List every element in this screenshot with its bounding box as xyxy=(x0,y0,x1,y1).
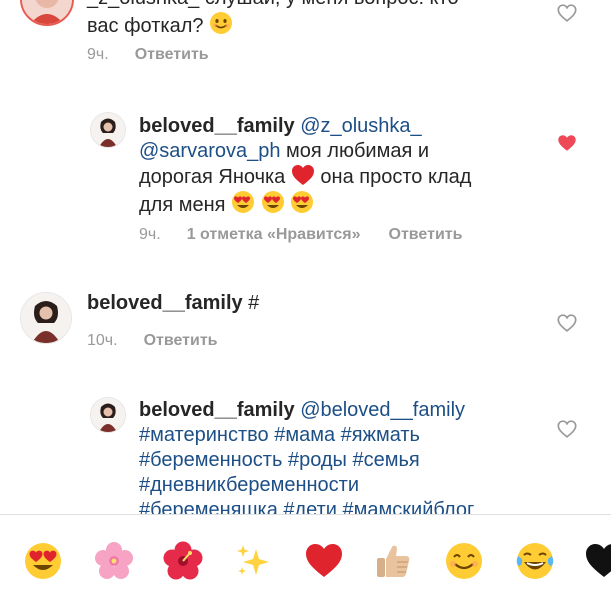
comment-text-line: вас фоткал? xyxy=(87,15,204,37)
likes-count-link[interactable]: 1 отметка «Нравится» xyxy=(187,226,361,243)
tears-of-joy-emoji-icon[interactable] xyxy=(515,541,555,581)
heart-eyes-emoji-icon xyxy=(291,191,314,213)
comment-meta: 9ч. Ответить xyxy=(87,46,209,64)
reply-button[interactable]: Ответить xyxy=(389,226,463,243)
timestamp: 10ч. xyxy=(87,332,118,349)
heart-eyes-emoji-icon xyxy=(232,191,255,213)
like-heart-icon[interactable] xyxy=(556,312,578,334)
comment-text: beloved__family @z_olushka_ @sarvarova_p… xyxy=(139,114,539,218)
like-heart-icon[interactable] xyxy=(556,418,578,440)
comment-text-line: дорогая Яночка xyxy=(139,166,291,188)
mention-link[interactable]: @z_olushka_ xyxy=(300,115,421,137)
sparkles-emoji-icon[interactable] xyxy=(234,541,274,581)
timestamp: 9ч. xyxy=(87,46,109,63)
avatar[interactable] xyxy=(20,292,72,344)
heart-eyes-emoji-icon[interactable] xyxy=(23,541,63,581)
username[interactable]: beloved__family xyxy=(139,115,295,137)
comment-text: beloved__family # xyxy=(87,291,527,316)
comment-text-line: моя любимая и xyxy=(280,140,430,162)
like-heart-filled-icon[interactable] xyxy=(556,132,578,154)
username[interactable]: beloved__family xyxy=(87,292,243,314)
thumbs-up-emoji-icon[interactable] xyxy=(373,541,413,581)
hashtag-line[interactable]: #беременность #роды #семья xyxy=(139,448,549,473)
cherry-blossom-emoji-icon[interactable] xyxy=(94,541,134,581)
heart-eyes-emoji-icon xyxy=(261,191,284,213)
reply-button[interactable]: Ответить xyxy=(144,332,218,349)
like-heart-icon[interactable] xyxy=(556,2,578,24)
red-heart-emoji-icon[interactable] xyxy=(304,541,344,581)
comment-text: beloved__family @beloved__family #матери… xyxy=(139,398,549,523)
comment-text-line: для меня xyxy=(139,194,232,216)
black-heart-emoji-icon[interactable] xyxy=(584,541,611,581)
reply-button[interactable]: Ответить xyxy=(135,46,209,63)
avatar[interactable] xyxy=(90,397,126,433)
avatar[interactable] xyxy=(90,112,126,148)
hibiscus-emoji-icon[interactable] xyxy=(163,541,203,581)
comment-meta: 9ч. 1 отметка «Нравится» Ответить xyxy=(139,226,462,244)
username[interactable]: beloved__family xyxy=(139,399,295,421)
quick-emoji-bar xyxy=(0,514,611,601)
comment-text: _z_olushka_ слушай, у меня вопрос: кто в… xyxy=(87,0,527,39)
smiling-face-emoji-icon[interactable] xyxy=(444,541,484,581)
comment-text-line: # xyxy=(242,292,260,314)
smiling-face-emoji-icon xyxy=(210,12,233,34)
mention-link[interactable]: @sarvarova_ph xyxy=(139,140,280,162)
comment-meta: 10ч. Ответить xyxy=(87,332,218,350)
comment-text-line: она просто клад xyxy=(314,166,472,188)
red-heart-emoji-icon xyxy=(291,165,314,185)
mention-link[interactable]: @beloved__family xyxy=(300,399,465,421)
comment-text-line: _z_olushka_ слушай, у меня вопрос: кто xyxy=(87,0,527,11)
hashtag-line[interactable]: #материнство #мама #яжмать xyxy=(139,423,549,448)
timestamp: 9ч. xyxy=(139,226,161,243)
hashtag-line[interactable]: #дневникбеременности xyxy=(139,473,549,498)
avatar[interactable] xyxy=(20,0,74,26)
